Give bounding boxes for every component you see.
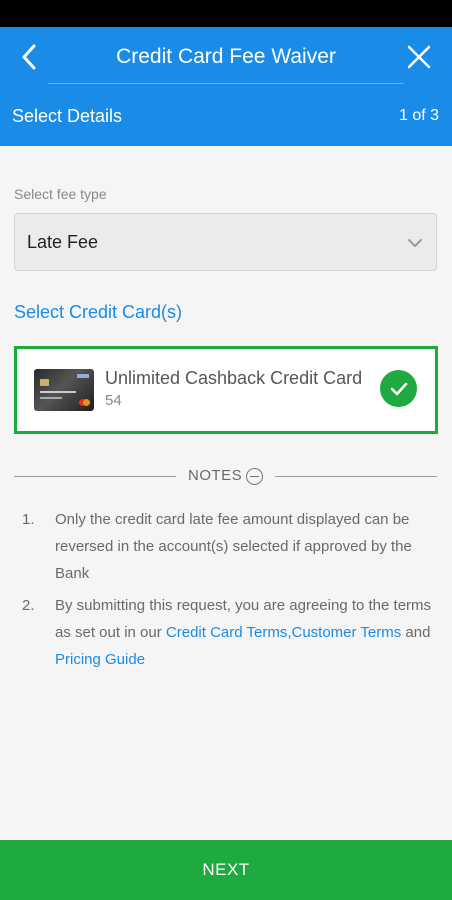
- credit-card-image: [34, 369, 94, 411]
- close-icon: [407, 45, 431, 69]
- card-digits: 54: [105, 392, 122, 409]
- notes-divider-left: [14, 476, 176, 477]
- notes-list: 1. Only the credit card late fee amount …: [22, 506, 432, 678]
- notes-label: NOTES: [188, 467, 243, 484]
- note-item: 2. By submitting this request, you are a…: [22, 592, 432, 673]
- note-text-middle: and: [401, 624, 431, 641]
- close-button[interactable]: [404, 41, 434, 73]
- credit-card-option[interactable]: Unlimited Cashback Credit Card 54: [14, 346, 438, 434]
- chevron-left-icon: [22, 44, 36, 70]
- select-cards-title: Select Credit Card(s): [14, 302, 183, 322]
- note-item: 1. Only the credit card late fee amount …: [22, 506, 432, 587]
- chevron-down-icon: [408, 239, 422, 247]
- page-title: Credit Card Fee Waiver: [116, 45, 336, 68]
- pricing-guide-link[interactable]: Pricing Guide: [55, 651, 145, 668]
- note-index: 1.: [22, 511, 35, 528]
- fee-type-value: Late Fee: [27, 232, 99, 252]
- fee-type-label: Select fee type: [14, 186, 107, 202]
- step-counter: 1 of 3: [398, 107, 439, 124]
- note-index: 2.: [22, 597, 35, 614]
- back-button[interactable]: [14, 41, 44, 73]
- card-name: Unlimited Cashback Credit Card: [105, 368, 363, 388]
- next-button[interactable]: NEXT: [0, 840, 452, 900]
- title-divider: [48, 83, 404, 84]
- status-bar: [0, 0, 452, 27]
- selected-check: [380, 370, 417, 407]
- customer-terms-link[interactable]: Customer Terms: [292, 624, 402, 641]
- app-header: Credit Card Fee Waiver Select Details 1 …: [0, 27, 452, 146]
- notes-header: NOTES: [14, 464, 437, 488]
- checkmark-icon: [390, 382, 407, 395]
- main-content: Select fee type Late Fee Select Credit C…: [0, 146, 452, 840]
- fee-type-select[interactable]: Late Fee: [14, 213, 437, 271]
- step-label: Select Details: [12, 106, 123, 126]
- note-text: Only the credit card late fee amount dis…: [55, 511, 412, 582]
- credit-card-terms-link[interactable]: Credit Card Terms: [166, 624, 287, 641]
- collapse-notes-icon[interactable]: [246, 468, 263, 485]
- notes-divider-right: [275, 476, 437, 477]
